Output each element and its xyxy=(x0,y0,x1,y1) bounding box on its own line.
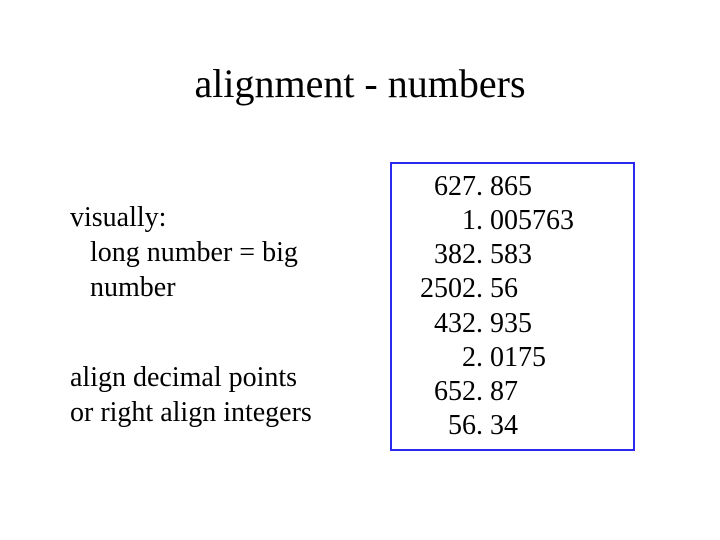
page-title: alignment - numbers xyxy=(0,60,720,107)
text-align-decimal: align decimal points xyxy=(70,360,370,395)
number-frac: . 935 xyxy=(476,307,532,341)
number-row: 432. 935 xyxy=(406,307,619,341)
number-frac: . 005763 xyxy=(476,204,574,238)
number-int: 652 xyxy=(406,375,476,409)
number-int: 382 xyxy=(406,238,476,272)
number-row: 56. 34 xyxy=(406,409,619,443)
text-right-align: or right align integers xyxy=(70,395,370,430)
text-visually: visually: xyxy=(70,200,370,235)
number-row: 627. 865 xyxy=(406,170,619,204)
left-column: visually: long number = big number align… xyxy=(70,200,370,430)
number-int: 56 xyxy=(406,409,476,443)
number-frac: . 865 xyxy=(476,170,532,204)
number-row: 2. 0175 xyxy=(406,341,619,375)
number-frac: . 34 xyxy=(476,409,518,443)
text-long-big: long number = big number xyxy=(70,235,370,305)
number-frac: . 583 xyxy=(476,238,532,272)
numbers-box: 627. 865 1. 005763 382. 583 2502. 56 432… xyxy=(390,162,635,451)
number-row: 2502. 56 xyxy=(406,272,619,306)
number-frac: . 56 xyxy=(476,272,518,306)
number-int: 2502 xyxy=(406,272,476,306)
number-int: 432 xyxy=(406,307,476,341)
number-row: 652. 87 xyxy=(406,375,619,409)
number-int: 627 xyxy=(406,170,476,204)
number-frac: . 0175 xyxy=(476,341,546,375)
number-frac: . 87 xyxy=(476,375,518,409)
number-row: 1. 005763 xyxy=(406,204,619,238)
number-row: 382. 583 xyxy=(406,238,619,272)
number-int: 1 xyxy=(406,204,476,238)
number-int: 2 xyxy=(406,341,476,375)
